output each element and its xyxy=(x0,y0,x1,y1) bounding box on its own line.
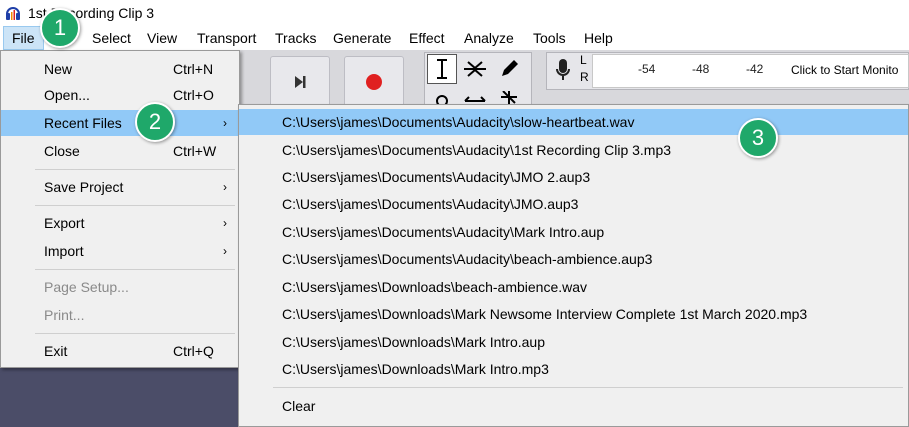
menu-separator xyxy=(35,333,235,334)
chevron-right-icon: › xyxy=(223,116,227,130)
file-menu: New Ctrl+N Open... Ctrl+O Recent Files ›… xyxy=(0,50,240,368)
menu-help[interactable]: Help xyxy=(576,26,621,50)
step-badge-2: 2 xyxy=(135,102,175,142)
meter-left-label: L xyxy=(580,53,587,67)
menu-item-exit[interactable]: Exit Ctrl+Q xyxy=(1,338,239,364)
envelope-tool-button[interactable] xyxy=(460,54,490,84)
recent-file-item[interactable]: C:\Users\james\Documents\Audacity\slow-h… xyxy=(239,109,908,135)
meter-tick: -54 xyxy=(638,62,656,76)
pencil-icon xyxy=(502,60,518,76)
menu-item-save-project[interactable]: Save Project › xyxy=(1,174,239,200)
menu-bar: File Edit Select View Transport Tracks G… xyxy=(0,26,909,50)
meter-tick: -48 xyxy=(692,62,710,76)
menu-item-close[interactable]: Close Ctrl+W xyxy=(1,138,239,164)
menu-item-open[interactable]: Open... Ctrl+O xyxy=(1,82,239,108)
recent-files-submenu: C:\Users\james\Documents\Audacity\slow-h… xyxy=(238,104,909,427)
meter-right-label: R xyxy=(580,70,589,84)
microphone-icon xyxy=(556,59,570,80)
recent-file-item[interactable]: C:\Users\james\Downloads\beach-ambience.… xyxy=(239,274,908,300)
recent-file-item[interactable]: C:\Users\james\Downloads\Mark Intro.aup xyxy=(239,329,908,355)
menu-view[interactable]: View xyxy=(139,26,185,50)
menu-separator xyxy=(35,205,235,206)
menu-file[interactable]: File xyxy=(3,26,44,50)
envelope-icon xyxy=(464,61,486,77)
recent-file-item[interactable]: C:\Users\james\Documents\Audacity\JMO 2.… xyxy=(239,164,908,190)
menu-transport[interactable]: Transport xyxy=(189,26,264,50)
menu-item-new[interactable]: New Ctrl+N xyxy=(1,56,239,82)
i-beam-icon xyxy=(437,59,447,79)
meter-hint[interactable]: Click to Start Monito xyxy=(791,63,898,77)
menu-separator xyxy=(273,387,903,388)
menu-generate[interactable]: Generate xyxy=(325,26,399,50)
recent-file-item[interactable]: C:\Users\james\Downloads\Mark Intro.mp3 xyxy=(239,356,908,382)
draw-tool-button[interactable] xyxy=(494,54,524,84)
menu-separator xyxy=(35,269,235,270)
menu-separator xyxy=(35,169,235,170)
record-meter-button[interactable] xyxy=(548,55,578,85)
step-badge-3: 3 xyxy=(738,118,778,158)
menu-item-print: Print... xyxy=(44,307,85,323)
meter-tick: -42 xyxy=(746,62,764,76)
menu-analyze[interactable]: Analyze xyxy=(456,26,522,50)
menu-tools[interactable]: Tools xyxy=(525,26,574,50)
menu-select[interactable]: Select xyxy=(84,26,139,50)
skip-end-icon xyxy=(295,76,306,88)
menu-item-import[interactable]: Import › xyxy=(1,238,239,264)
menu-item-page-setup: Page Setup... xyxy=(44,279,129,295)
skip-end-button[interactable] xyxy=(270,56,330,108)
recent-file-item[interactable]: C:\Users\james\Documents\Audacity\beach-… xyxy=(239,246,908,272)
menu-tracks[interactable]: Tracks xyxy=(267,26,324,50)
record-icon xyxy=(366,74,382,90)
menu-item-recent-files[interactable]: Recent Files › xyxy=(1,110,239,136)
chevron-right-icon: › xyxy=(223,244,227,258)
record-button[interactable] xyxy=(344,56,404,108)
chevron-right-icon: › xyxy=(223,216,227,230)
audacity-icon xyxy=(4,4,22,22)
step-badge-1: 1 xyxy=(40,8,80,48)
recent-file-item[interactable]: C:\Users\james\Documents\Audacity\1st Re… xyxy=(239,137,908,163)
clear-recent-files[interactable]: Clear xyxy=(239,393,908,419)
title-bar: 1st Recording Clip 3 xyxy=(0,0,909,26)
menu-item-export[interactable]: Export › xyxy=(1,210,239,236)
recent-file-item[interactable]: C:\Users\james\Downloads\Mark Newsome In… xyxy=(239,301,908,327)
recent-file-item[interactable]: C:\Users\james\Documents\Audacity\Mark I… xyxy=(239,219,908,245)
chevron-right-icon: › xyxy=(223,180,227,194)
selection-tool-button[interactable] xyxy=(427,54,457,84)
recent-file-item[interactable]: C:\Users\james\Documents\Audacity\JMO.au… xyxy=(239,191,908,217)
menu-effect[interactable]: Effect xyxy=(401,26,453,50)
